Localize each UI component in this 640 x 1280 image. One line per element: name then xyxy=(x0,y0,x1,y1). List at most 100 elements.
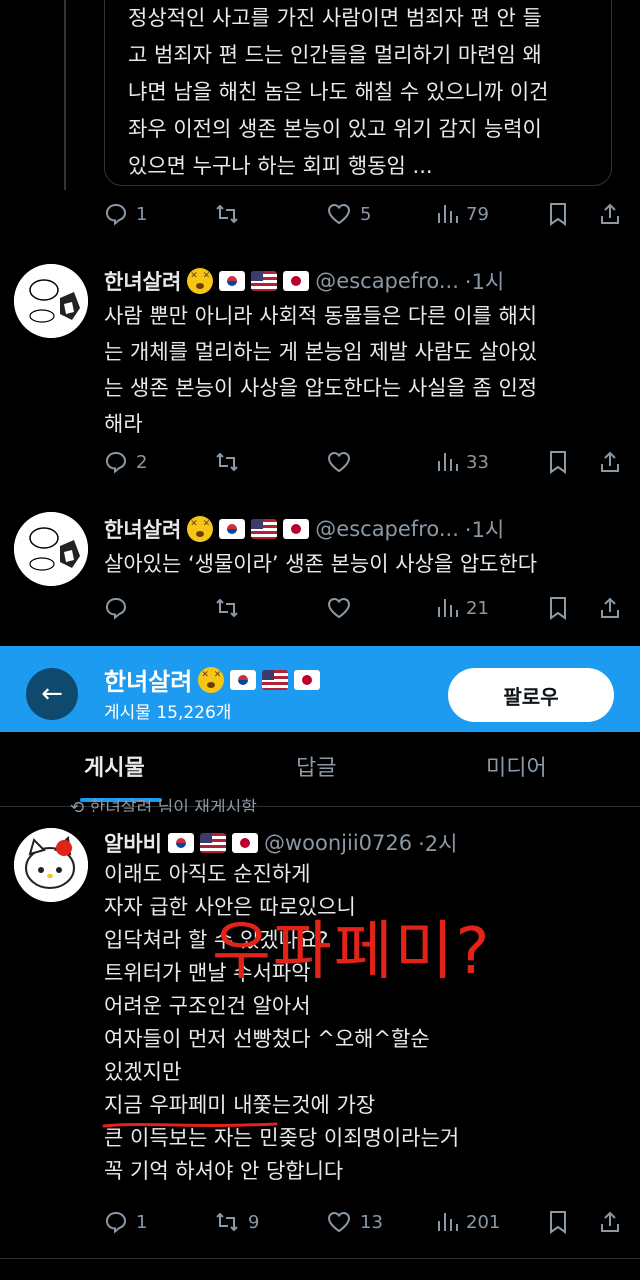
reply-button[interactable]: 2 xyxy=(104,446,147,478)
tweet-header: 한녀살려 @escapefro... ·1시 xyxy=(104,266,504,296)
retweet-icon xyxy=(216,1212,238,1232)
tweet-line: 살아있는 ‘생물이라’ 생존 본능이 사상을 압도한다 xyxy=(104,552,538,576)
reply-icon xyxy=(105,451,127,474)
dizzy-face-emoji-icon xyxy=(187,516,214,542)
share-icon xyxy=(601,597,619,618)
like-button[interactable]: 5 xyxy=(326,198,371,230)
like-button[interactable] xyxy=(326,592,352,624)
views-button[interactable]: 79 xyxy=(436,198,489,230)
quoted-line: 있으면 누구나 하는 회피 행동임 ... xyxy=(128,154,433,178)
profile-header-bar: ← 한녀살려 게시물 15,226개 팔로우 xyxy=(0,646,640,732)
tab-media[interactable]: 미디어 xyxy=(486,750,547,782)
share-icon xyxy=(601,203,619,224)
share-button[interactable] xyxy=(598,592,622,624)
avatar[interactable] xyxy=(14,264,88,338)
repost-banner-text: 한녀살려 님이 재게시함 xyxy=(89,798,257,812)
tweet-text: 사람 뿐만 아니라 사회적 동물들은 다른 이를 해치 는 개체를 멀리하는 게… xyxy=(104,298,614,442)
japan-flag-icon xyxy=(283,271,310,291)
reply-button[interactable] xyxy=(104,592,128,624)
share-button[interactable] xyxy=(598,446,622,478)
share-button[interactable] xyxy=(598,1206,622,1238)
quoted-line: 정상적인 사고를 가진 사람이면 범죄자 편 안 들 xyxy=(128,6,542,30)
quoted-line: 냐면 남을 해친 놈은 나도 해칠 수 있으니까 이건 xyxy=(128,80,549,104)
user-handle[interactable]: @woonjii0726 xyxy=(264,831,412,855)
profile-tabs: 게시물 답글 미디어 xyxy=(0,732,640,807)
profile-name-row: 한녀살려 xyxy=(104,662,321,697)
japan-flag-icon xyxy=(294,669,321,690)
korea-flag-icon xyxy=(219,271,246,291)
timestamp[interactable]: ·1시 xyxy=(465,266,504,296)
display-name[interactable]: 한녀살려 xyxy=(104,514,181,544)
avatar-illustration-icon xyxy=(14,264,88,338)
arrow-left-icon: ← xyxy=(41,679,63,709)
reply-icon xyxy=(105,203,127,226)
share-button[interactable] xyxy=(598,198,622,230)
thread-line xyxy=(64,0,66,190)
reply-icon xyxy=(105,597,127,620)
retweet-button[interactable] xyxy=(214,198,248,230)
views-icon xyxy=(438,205,458,223)
japan-flag-icon xyxy=(231,833,258,853)
retweet-icon xyxy=(216,598,238,618)
follow-button[interactable]: 팔로우 xyxy=(448,668,614,722)
bookmark-icon xyxy=(550,1211,566,1234)
share-icon xyxy=(601,1211,619,1232)
tweet-actions: 1 5 79 xyxy=(104,198,624,230)
views-button[interactable]: 201 xyxy=(436,1206,500,1238)
bookmark-icon xyxy=(550,203,566,226)
korea-flag-icon xyxy=(219,519,246,539)
posts-count: 게시물 15,226개 xyxy=(104,703,232,723)
share-icon xyxy=(601,451,619,472)
dizzy-face-emoji-icon xyxy=(187,268,214,294)
tweet-header: 알바비 @woonjii0726 ·2시 xyxy=(104,828,457,858)
retweet-button[interactable] xyxy=(214,446,240,478)
tweet-line: 는 개체를 멀리하는 게 본능임 제발 사람도 살아있 xyxy=(104,340,538,364)
tweet-header: 한녀살려 @escapefro... ·1시 xyxy=(104,514,504,544)
display-name[interactable]: 한녀살려 xyxy=(104,266,181,296)
reply-button[interactable]: 1 xyxy=(104,198,147,230)
views-button[interactable]: 21 xyxy=(436,592,489,624)
handwritten-annotation: 우파페미? xyxy=(212,915,492,989)
user-handle[interactable]: @escapefro... xyxy=(315,517,459,541)
like-button[interactable] xyxy=(326,446,352,478)
avatar[interactable] xyxy=(14,512,88,586)
repost-banner: ⟲ 한녀살려 님이 재게시함 xyxy=(70,798,257,812)
display-name[interactable]: 알바비 xyxy=(104,828,162,858)
tweet-actions: 1 9 13 201 xyxy=(104,1206,624,1238)
views-button[interactable]: 33 xyxy=(436,446,489,478)
tweet-actions: 2 33 xyxy=(104,446,624,478)
dizzy-face-emoji-icon xyxy=(198,666,225,693)
tab-replies[interactable]: 답글 xyxy=(296,750,336,782)
reply-icon xyxy=(105,1211,127,1234)
user-handle[interactable]: @escapefro... xyxy=(315,269,459,293)
reply-button[interactable]: 1 xyxy=(104,1206,147,1238)
reply-count: 2 xyxy=(136,451,148,473)
bookmark-button[interactable] xyxy=(548,592,568,624)
heart-icon xyxy=(327,1211,351,1233)
timestamp[interactable]: ·1시 xyxy=(465,514,504,544)
views-count: 201 xyxy=(466,1211,501,1233)
bookmark-icon xyxy=(550,451,566,474)
retweet-button[interactable]: 9 xyxy=(214,1206,259,1238)
divider xyxy=(0,1258,640,1259)
retweet-button[interactable] xyxy=(214,592,240,624)
bookmark-button[interactable] xyxy=(548,198,568,230)
tab-posts[interactable]: 게시물 xyxy=(84,750,145,782)
quoted-line: 좌우 이전의 생존 본능이 있고 위기 감지 능력이 xyxy=(128,117,542,141)
timestamp[interactable]: ·2시 xyxy=(418,828,457,858)
bookmark-button[interactable] xyxy=(548,1206,568,1238)
tweet-actions: 21 xyxy=(104,592,624,624)
bookmark-icon xyxy=(550,597,566,620)
views-count: 79 xyxy=(466,203,489,225)
tweet-line: 어려운 구조인건 알아서 xyxy=(104,994,311,1018)
heart-icon xyxy=(327,597,351,619)
back-button[interactable]: ← xyxy=(26,668,78,720)
retweet-count: 9 xyxy=(248,1211,260,1233)
avatar[interactable] xyxy=(14,828,88,902)
views-icon xyxy=(438,599,458,617)
tweet-line: 이래도 아직도 순진하게 xyxy=(104,862,311,886)
like-button[interactable]: 13 xyxy=(326,1206,383,1238)
handwritten-underline-icon xyxy=(102,1122,278,1128)
usa-flag-icon xyxy=(199,833,226,853)
bookmark-button[interactable] xyxy=(548,446,568,478)
